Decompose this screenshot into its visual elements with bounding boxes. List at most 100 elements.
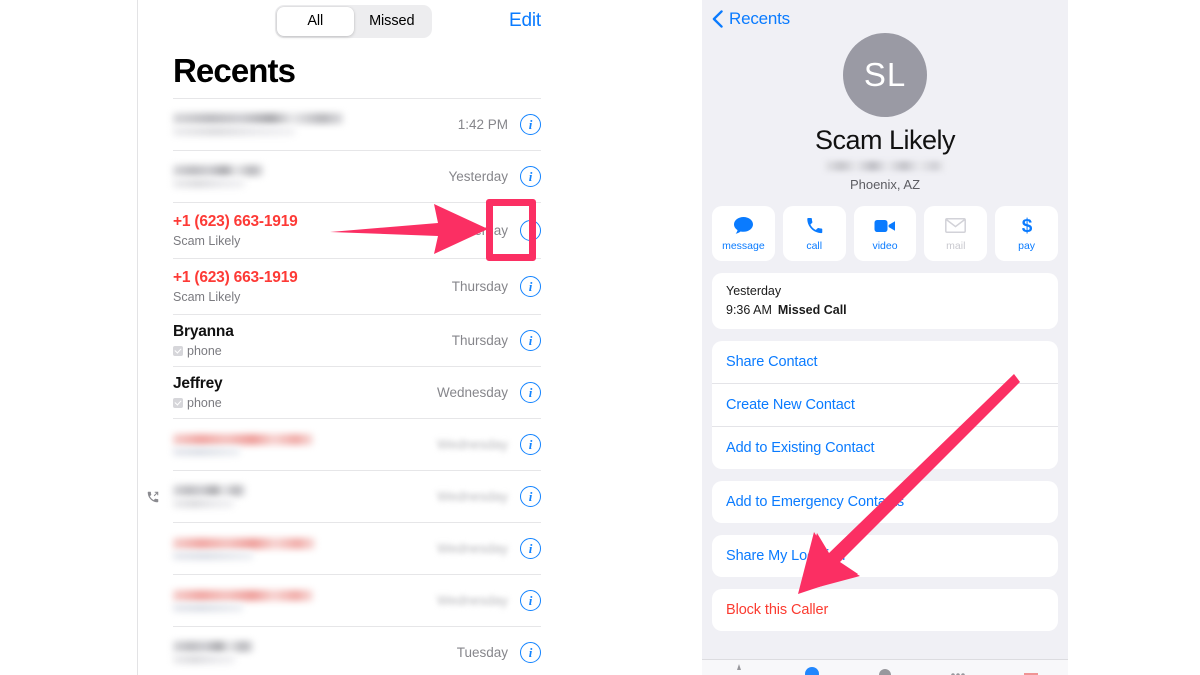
call-row-scam-likely-2[interactable]: +1 (623) 663-1919 Scam Likely Thursday i (173, 258, 541, 314)
redacted-caller-name (173, 641, 253, 664)
call-time: 1:42 PM (457, 117, 508, 132)
call-row-identity: Bryanna phone (173, 322, 452, 359)
phone-handset-icon (805, 216, 824, 236)
call-time: Wednesday (436, 541, 508, 556)
annotation-arrow-right (798, 374, 1020, 594)
call-time-and-type: 9:36 AM Missed Call (726, 303, 1044, 317)
call-row-identity (173, 537, 437, 560)
pay-label: pay (1018, 239, 1036, 252)
recents-toolbar: All Missed Edit (138, 0, 569, 42)
recents-tab-icon[interactable] (804, 664, 820, 675)
caller-name: Jeffrey (173, 375, 223, 393)
info-icon[interactable]: i (520, 382, 541, 403)
call-row-identity (173, 165, 448, 188)
message-bubble-icon (733, 216, 754, 236)
redacted-caller-name (173, 537, 315, 560)
call-row[interactable]: Wednesday i (173, 574, 541, 626)
call-day: Yesterday (726, 284, 782, 298)
call-row-identity: Jeffrey phone (173, 374, 437, 411)
chevron-left-icon (712, 9, 723, 28)
call-row[interactable]: Wednesday i (147, 470, 541, 522)
video-camera-icon (874, 216, 896, 236)
call-type: Missed Call (777, 303, 847, 317)
dollar-sign-icon: $ (1020, 216, 1034, 236)
caller-name: Bryanna (173, 323, 234, 341)
redacted-caller-name (173, 433, 313, 456)
message-button[interactable]: message (712, 206, 775, 261)
checkbox-icon (173, 345, 183, 356)
voicemail-tab-icon[interactable] (1023, 664, 1039, 675)
call-label: call (806, 239, 823, 252)
redacted-caller-name (173, 589, 313, 612)
call-row[interactable]: Yesterday i (173, 150, 541, 202)
contact-name: Scam Likely (814, 125, 956, 155)
caller-number: +1 (623) 663-1919 (173, 269, 298, 287)
info-icon[interactable]: i (520, 330, 541, 351)
call-row-bryanna[interactable]: Bryanna phone Thursday i (173, 314, 541, 366)
pay-button[interactable]: $ pay (995, 206, 1058, 261)
contact-action-buttons: message call video mail $ pay (702, 206, 1068, 261)
mail-label: mail (946, 239, 966, 252)
call-row[interactable]: 1:42 PM i (173, 98, 541, 150)
segment-missed[interactable]: Missed (354, 7, 431, 36)
call-filter-segmented-control[interactable]: All Missed (275, 4, 432, 38)
video-label: video (872, 239, 898, 252)
call-row-identity (173, 589, 437, 612)
keypad-tab-icon[interactable] (950, 664, 966, 675)
edit-button[interactable]: Edit (509, 10, 541, 32)
call-button[interactable]: call (782, 206, 846, 261)
video-button[interactable]: video (853, 206, 917, 261)
contacts-tab-icon[interactable] (877, 664, 893, 675)
redacted-caller-name (173, 113, 343, 136)
avatar: SL (843, 33, 927, 117)
caller-label: phone (187, 343, 222, 358)
redacted-caller-name (173, 165, 263, 188)
info-icon[interactable]: i (520, 590, 541, 611)
info-icon[interactable]: i (520, 114, 541, 135)
call-time: Tuesday (456, 645, 508, 660)
call-row-identity (173, 433, 437, 456)
call-row-jeffrey[interactable]: Jeffrey phone Wednesday i (173, 366, 541, 418)
caller-label-wrap: phone (173, 343, 452, 359)
tab-bar (702, 659, 1068, 675)
call-row-identity (173, 641, 457, 664)
info-icon[interactable]: i (520, 166, 541, 187)
call-history-card: Yesterday 9:36 AM Missed Call (712, 273, 1058, 329)
redacted-caller-name (173, 485, 245, 508)
mail-button: mail (924, 206, 988, 261)
page-title: Recents (173, 52, 296, 89)
segment-all[interactable]: All (277, 6, 354, 36)
info-icon[interactable]: i (520, 642, 541, 663)
recents-screen: All Missed Edit Recents 1:42 PM i Yester… (137, 0, 569, 675)
contact-header: SL Scam Likely Phoenix, AZ (702, 30, 1068, 192)
info-icon[interactable]: i (520, 276, 541, 297)
call-history-entry: Yesterday 9:36 AM Missed Call (712, 273, 1058, 329)
call-time: Yesterday (448, 169, 508, 184)
redacted-phone-number (825, 161, 945, 171)
call-time: Wednesday (436, 385, 508, 400)
call-time: Wednesday (436, 593, 508, 608)
contact-location: Phoenix, AZ (849, 177, 921, 192)
recent-calls-list: 1:42 PM i Yesterday i +1 (623) 663-1919 … (147, 98, 541, 675)
call-time: Wednesday (436, 437, 508, 452)
call-time: Thursday (451, 279, 508, 294)
caller-label: phone (187, 395, 222, 410)
caller-label-wrap: phone (173, 395, 437, 411)
favorites-tab-icon[interactable] (731, 664, 747, 675)
svg-text:$: $ (1021, 216, 1032, 236)
call-row-identity (173, 485, 437, 508)
call-row[interactable]: Tuesday i (173, 626, 541, 675)
call-row-identity: +1 (623) 663-1919 Scam Likely (173, 268, 452, 305)
call-row[interactable]: Wednesday i (173, 522, 541, 574)
call-row[interactable]: Wednesday i (173, 418, 541, 470)
info-icon[interactable]: i (520, 486, 541, 507)
info-icon[interactable]: i (520, 220, 541, 241)
outgoing-call-icon (147, 491, 159, 502)
checkbox-icon (173, 397, 183, 408)
back-to-recents-button[interactable]: Recents (702, 0, 1068, 30)
call-time: Wednesday (436, 489, 508, 504)
call-time: 9:36 AM (726, 303, 772, 317)
info-icon[interactable]: i (520, 538, 541, 559)
info-icon[interactable]: i (520, 434, 541, 455)
caller-label: Scam Likely (173, 289, 241, 304)
